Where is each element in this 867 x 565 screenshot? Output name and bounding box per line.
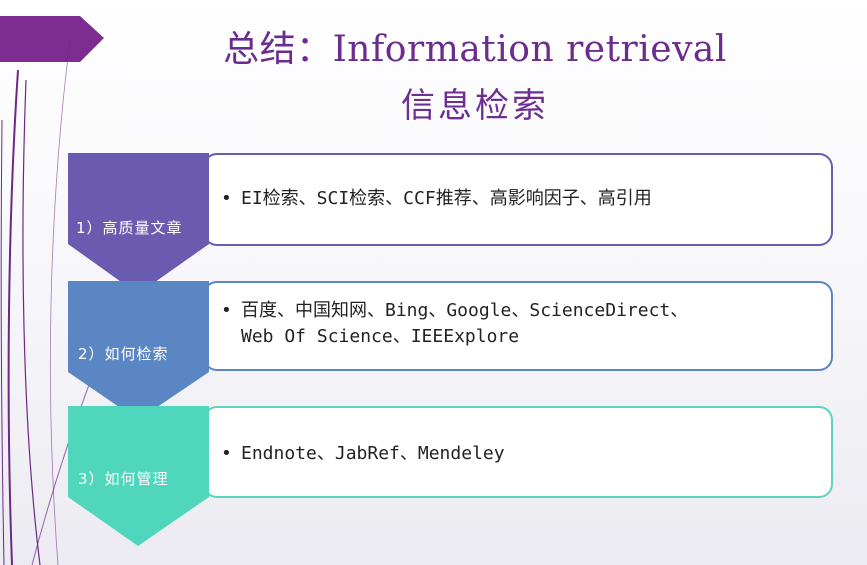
step-1-label: 1）高质量文章 bbox=[76, 219, 183, 237]
step-2-label: 2）如何检索 bbox=[78, 345, 169, 363]
step-3-label: 3）如何管理 bbox=[78, 470, 169, 488]
